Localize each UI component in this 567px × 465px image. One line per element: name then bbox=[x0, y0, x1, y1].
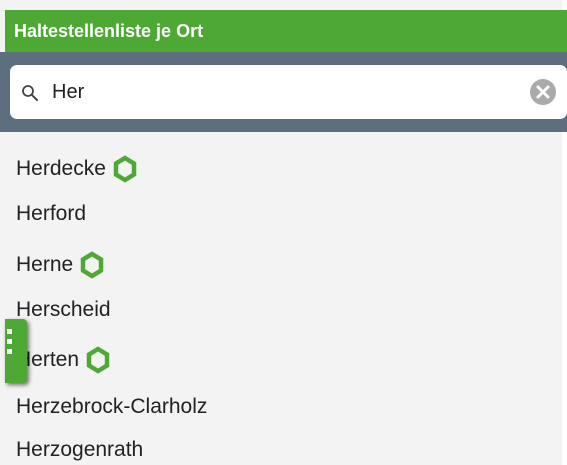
clear-icon[interactable] bbox=[529, 78, 557, 106]
list-item[interactable]: Herten bbox=[16, 345, 111, 375]
drawer-dot-icon bbox=[7, 349, 12, 354]
list-item-label: Herzogenrath bbox=[16, 438, 144, 461]
drawer-dot-icon bbox=[7, 339, 12, 344]
drawer-dot-icon bbox=[7, 329, 12, 334]
app-frame: Haltestellenliste je Ort Herdecke Herford… bbox=[0, 0, 567, 465]
search-bar bbox=[0, 52, 567, 132]
list-item[interactable]: Herdecke bbox=[16, 154, 138, 184]
list-item-label: Herne bbox=[16, 253, 74, 276]
page-title: Haltestellenliste je Ort bbox=[5, 10, 567, 52]
list-item-label: Herdecke bbox=[16, 157, 106, 180]
hexagon-stop-icon bbox=[80, 251, 104, 279]
list-item[interactable]: Herscheid bbox=[16, 295, 111, 325]
hexagon-stop-icon bbox=[86, 346, 110, 374]
list-item[interactable]: Herne bbox=[16, 250, 105, 280]
list-item[interactable]: Herzebrock-Clarholz bbox=[16, 392, 207, 422]
list-item-label: Herford bbox=[16, 202, 87, 225]
search-input[interactable] bbox=[52, 77, 512, 107]
list-item[interactable]: Herford bbox=[16, 199, 86, 229]
search-icon bbox=[22, 85, 38, 101]
list-item[interactable]: Herzogenrath bbox=[16, 435, 143, 465]
list-item-label: Herzebrock-Clarholz bbox=[16, 395, 208, 418]
drawer-handle[interactable] bbox=[5, 319, 27, 383]
search-box[interactable] bbox=[10, 65, 567, 119]
hexagon-stop-icon bbox=[113, 155, 137, 183]
list-item-label: Herscheid bbox=[16, 298, 111, 321]
